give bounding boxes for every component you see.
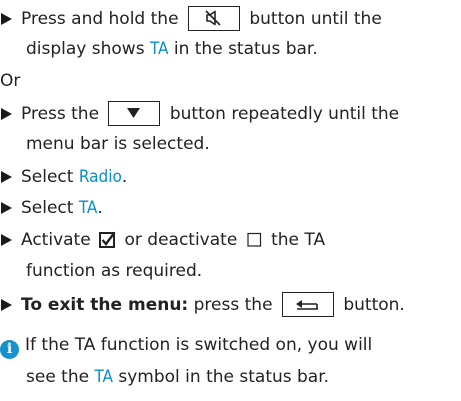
down-button xyxy=(108,101,161,126)
triangle-bullet-icon xyxy=(1,202,12,214)
step-text: . xyxy=(121,167,128,187)
step-press-down-cont: menu bar is selected. xyxy=(26,132,210,156)
or-label: Or xyxy=(0,69,20,93)
step-text: display shows xyxy=(26,39,145,59)
down-arrow-icon xyxy=(127,108,141,118)
step-exit-menu: To exit the menu: press the button. xyxy=(0,292,405,317)
instruction-page: Press and hold the button until the disp… xyxy=(0,0,461,401)
checked-box-icon xyxy=(99,231,116,248)
back-arrow-icon xyxy=(295,300,318,310)
triangle-bullet-icon xyxy=(1,299,12,311)
note-text: symbol in the status bar. xyxy=(118,367,330,387)
step-select-ta: Select TA. xyxy=(0,196,103,220)
info-note-cont: see the TA symbol in the status bar. xyxy=(26,365,329,389)
step-text: function as required. xyxy=(26,261,203,281)
step-text: press the xyxy=(193,295,273,315)
step-text: button repeatedly until the xyxy=(169,104,400,124)
triangle-bullet-icon xyxy=(1,108,12,120)
ta-label: TA xyxy=(78,198,98,218)
step-press-hold-cont: display shows TA in the status bar. xyxy=(26,37,318,61)
radio-label: Radio xyxy=(78,167,122,187)
triangle-bullet-icon xyxy=(1,234,12,246)
step-text: in the status bar. xyxy=(173,39,318,59)
step-text: Activate xyxy=(21,230,91,250)
step-text: Select xyxy=(21,198,74,218)
step-bold-text: To exit the menu: xyxy=(21,295,189,315)
step-press-hold: Press and hold the button until the xyxy=(0,6,382,31)
step-activate-cont: function as required. xyxy=(26,259,202,283)
step-text: Press the xyxy=(21,104,100,124)
ta-label: TA xyxy=(149,39,169,59)
mute-speaker-icon xyxy=(205,10,221,26)
step-text: . xyxy=(97,198,103,218)
note-text: see the xyxy=(26,367,90,387)
empty-box-icon xyxy=(246,231,263,248)
step-text: Press and hold the xyxy=(21,9,179,29)
note-text: If the TA function is switched on, you w… xyxy=(25,335,373,355)
step-text: Select xyxy=(21,167,74,187)
triangle-bullet-icon xyxy=(1,13,12,25)
or-text: Or xyxy=(0,71,21,91)
step-text: button. xyxy=(343,295,405,315)
step-press-down: Press the button repeatedly until the xyxy=(0,101,400,126)
step-text: button until the xyxy=(249,9,382,29)
step-activate: Activate or deactivate the TA xyxy=(0,228,325,252)
step-text: the TA xyxy=(271,230,326,250)
info-note: i If the TA function is switched on, you … xyxy=(0,333,373,359)
mute-button xyxy=(187,6,240,31)
step-text: menu bar is selected. xyxy=(26,134,210,154)
ta-label: TA xyxy=(94,367,113,387)
triangle-bullet-icon xyxy=(1,171,12,183)
step-select-radio: Select Radio. xyxy=(0,165,127,189)
back-button xyxy=(281,292,334,317)
info-icon: i xyxy=(0,340,19,359)
step-text: or deactivate xyxy=(124,230,238,250)
